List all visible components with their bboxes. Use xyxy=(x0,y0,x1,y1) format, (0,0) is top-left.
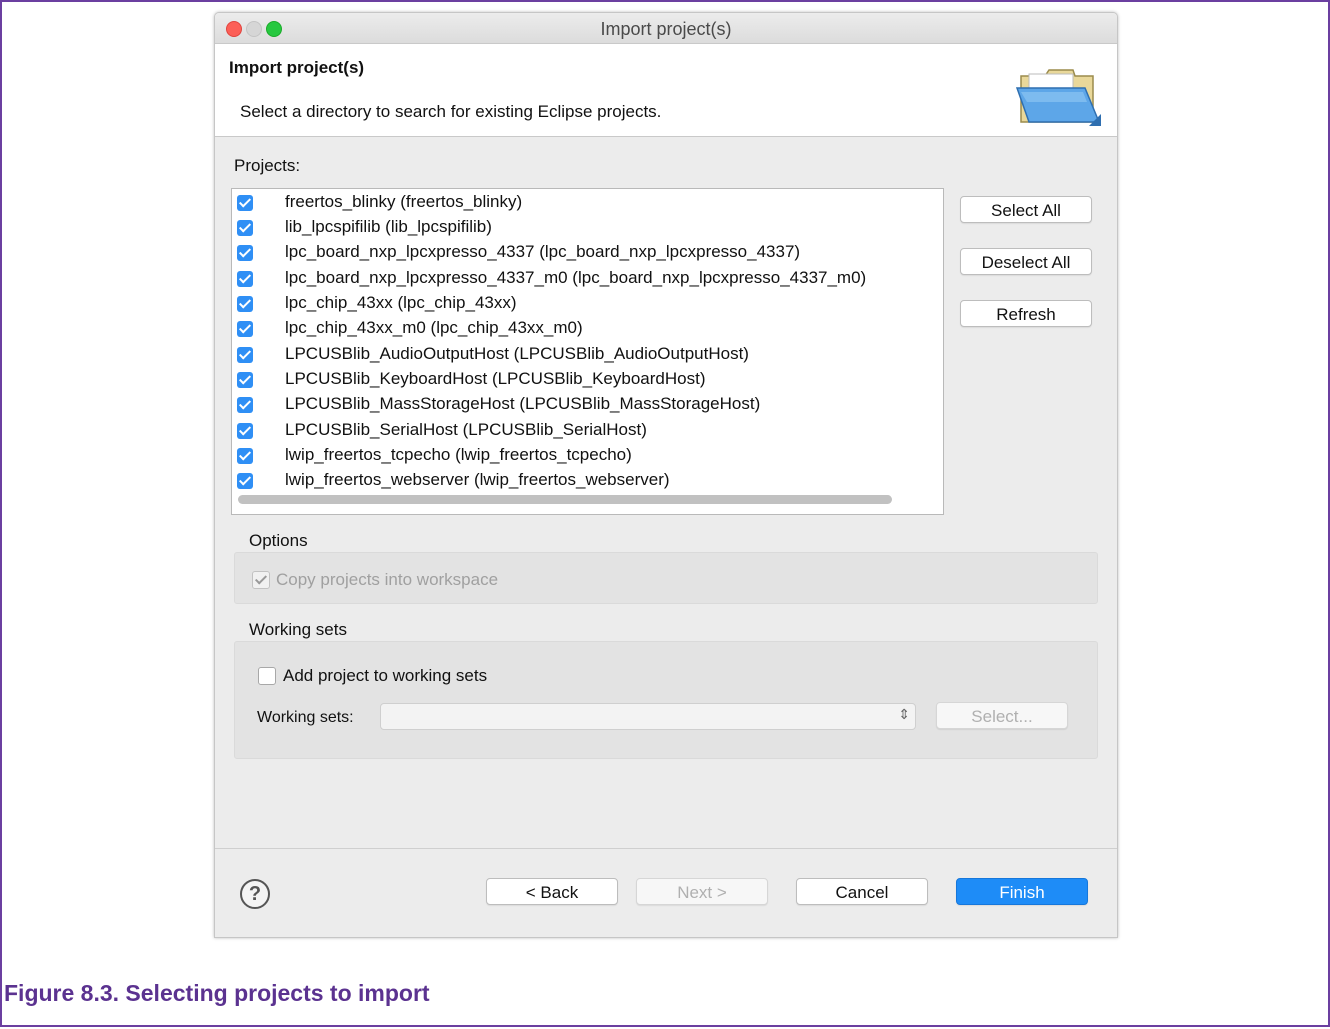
figure-caption: Figure 8.3. Selecting projects to import xyxy=(4,980,430,1006)
footer-separator xyxy=(215,848,1117,849)
project-checkbox[interactable] xyxy=(237,321,253,337)
projects-label: Projects: xyxy=(234,156,301,175)
refresh-button[interactable]: Refresh xyxy=(960,300,1092,327)
list-item[interactable]: freertos_blinky (freertos_blinky) xyxy=(232,191,932,216)
working-sets-combo[interactable]: ⇕ xyxy=(380,703,916,730)
copy-projects-checkbox xyxy=(252,571,270,589)
list-item[interactable]: LPCUSBlib_SerialHost (LPCUSBlib_SerialHo… xyxy=(232,419,932,444)
back-button[interactable]: < Back xyxy=(486,878,618,905)
project-checkbox[interactable] xyxy=(237,397,253,413)
working-sets-group xyxy=(234,641,1098,759)
project-checkbox[interactable] xyxy=(237,195,253,211)
list-item[interactable]: LPCUSBlib_KeyboardHost (LPCUSBlib_Keyboa… xyxy=(232,368,932,393)
select-all-button[interactable]: Select All xyxy=(960,196,1092,223)
project-checkbox[interactable] xyxy=(237,372,253,388)
list-item[interactable]: lpc_chip_43xx (lpc_chip_43xx) xyxy=(232,292,932,317)
project-checkbox[interactable] xyxy=(237,448,253,464)
list-item[interactable]: lwip_freertos_webserver (lwip_freertos_w… xyxy=(232,469,932,494)
horizontal-scrollbar[interactable] xyxy=(238,495,892,504)
next-button: Next > xyxy=(636,878,768,905)
project-checkbox[interactable] xyxy=(237,220,253,236)
title-bar[interactable]: Import project(s) xyxy=(215,13,1117,44)
list-item[interactable]: lwip_freertos_tcpecho (lwip_freertos_tcp… xyxy=(232,444,932,469)
list-item[interactable]: lpc_board_nxp_lpcxpresso_4337 (lpc_board… xyxy=(232,241,932,266)
up-down-chevron-icon: ⇕ xyxy=(898,706,910,722)
options-label: Options xyxy=(249,531,308,550)
deselect-all-button[interactable]: Deselect All xyxy=(960,248,1092,275)
project-checkbox[interactable] xyxy=(237,245,253,261)
folder-open-icon xyxy=(1015,69,1101,126)
list-item[interactable]: LPCUSBlib_AudioOutputHost (LPCUSBlib_Aud… xyxy=(232,343,932,368)
window-title: Import project(s) xyxy=(600,19,732,39)
project-checkbox[interactable] xyxy=(237,423,253,439)
list-item[interactable]: lpc_chip_43xx_m0 (lpc_chip_43xx_m0) xyxy=(232,317,932,342)
select-working-sets-button: Select... xyxy=(936,702,1068,729)
header-banner: Import project(s) Select a directory to … xyxy=(215,44,1117,137)
import-dialog: Import project(s) Import project(s) Sele… xyxy=(214,12,1118,938)
working-sets-label: Working sets xyxy=(249,620,347,639)
working-sets-field-label: Working sets: xyxy=(257,709,354,726)
copy-projects-label: Copy projects into workspace xyxy=(276,570,499,589)
add-to-working-sets-checkbox[interactable] xyxy=(258,667,276,685)
project-checkbox[interactable] xyxy=(237,473,253,489)
list-item[interactable]: lib_lpcspifilib (lib_lpcspifilib) xyxy=(232,216,932,241)
project-checkbox[interactable] xyxy=(237,271,253,287)
list-item[interactable]: lpc_board_nxp_lpcxpresso_4337_m0 (lpc_bo… xyxy=(232,267,932,292)
help-icon[interactable]: ? xyxy=(240,879,270,909)
list-item[interactable]: LPCUSBlib_MassStorageHost (LPCUSBlib_Mas… xyxy=(232,393,932,418)
add-to-working-sets-label: Add project to working sets xyxy=(283,666,488,685)
banner-title: Import project(s) xyxy=(229,58,365,77)
finish-button[interactable]: Finish xyxy=(956,878,1088,905)
projects-list[interactable]: freertos_blinky (freertos_blinky) lib_lp… xyxy=(231,188,944,515)
project-checkbox[interactable] xyxy=(237,296,253,312)
cancel-button[interactable]: Cancel xyxy=(796,878,928,905)
project-checkbox[interactable] xyxy=(237,347,253,363)
banner-description: Select a directory to search for existin… xyxy=(240,102,662,121)
